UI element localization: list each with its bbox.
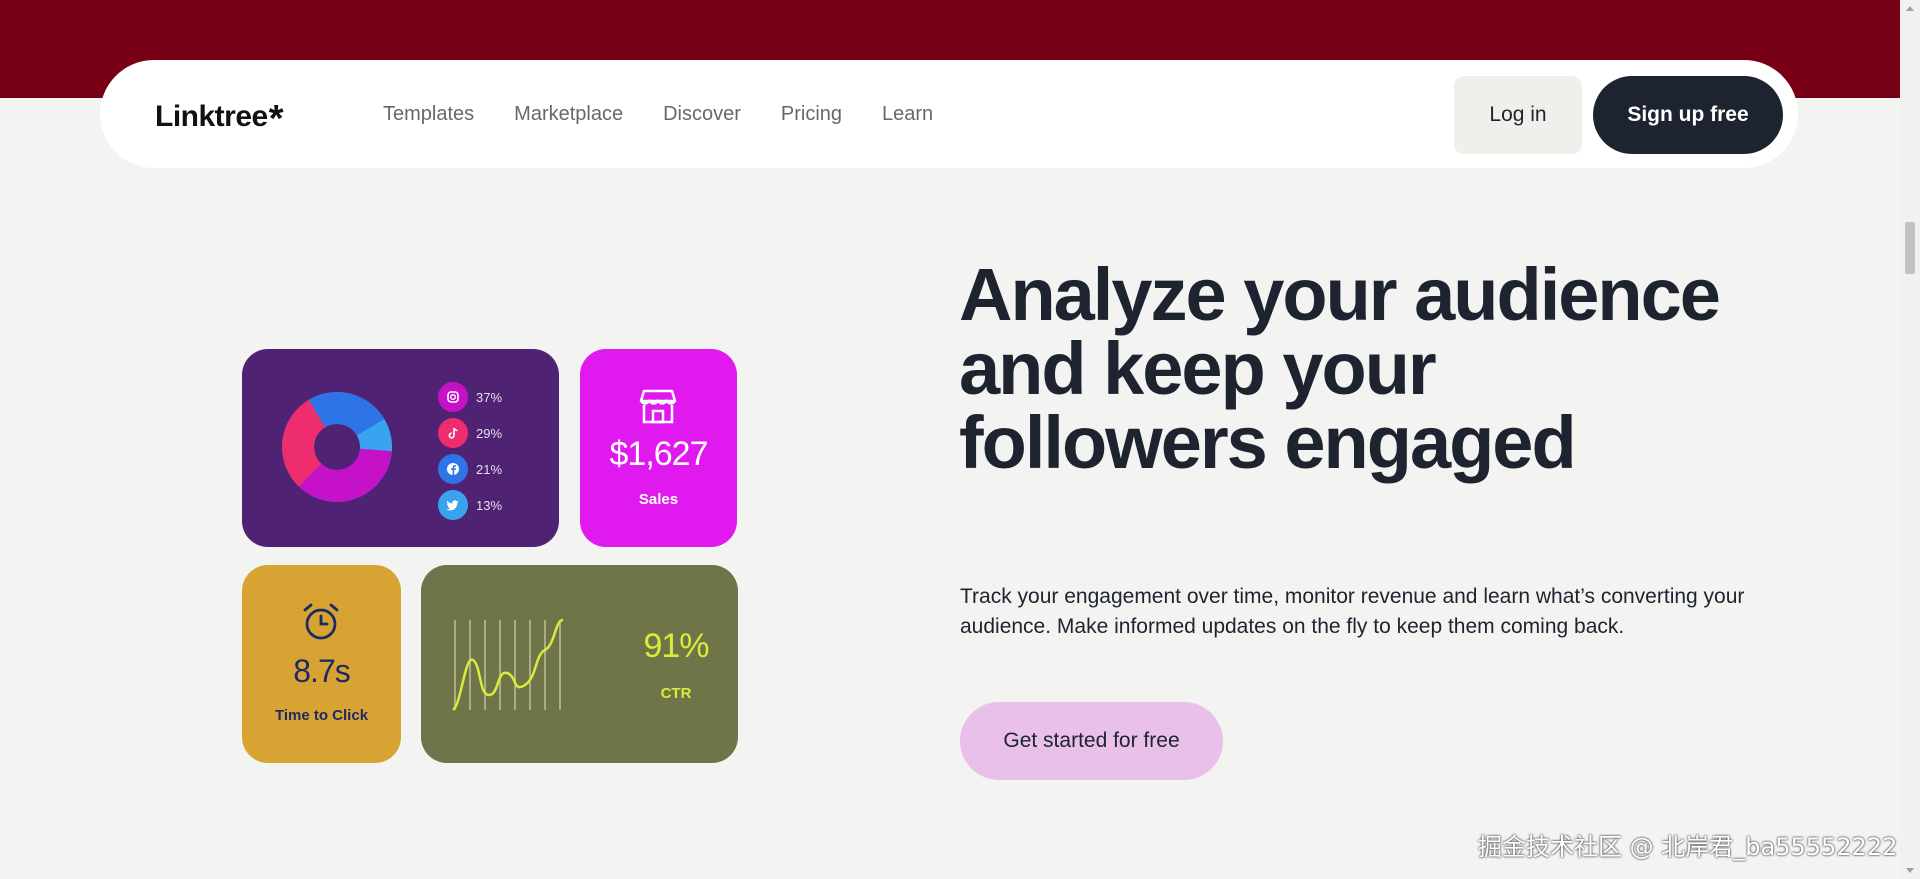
nav-link-pricing[interactable]: Pricing [781, 103, 842, 126]
audience-breakdown-card: 37% 29% 21% 13% [242, 349, 559, 547]
legend-row-twitter: 13% [438, 487, 502, 523]
sales-value: $1,627 [609, 435, 709, 473]
watermark-text: 掘金技术社区 @ 北岸君_ba55552222 [1478, 833, 1898, 861]
twitter-icon [438, 490, 468, 520]
scrollbar-thumb[interactable] [1905, 222, 1915, 274]
logo-asterisk-icon: * [268, 98, 284, 140]
page-scrollbar[interactable] [1900, 0, 1920, 879]
time-to-click-label: Time to Click [274, 707, 369, 724]
legend-row-instagram: 37% [438, 379, 502, 415]
top-navbar: Linktree * Templates Marketplace Discover… [100, 60, 1798, 168]
donut-legend: 37% 29% 21% 13% [438, 379, 502, 523]
ctr-label: CTR [660, 685, 692, 702]
legend-row-tiktok: 29% [438, 415, 502, 451]
legend-value: 29% [476, 425, 503, 441]
ctr-line-chart-icon [452, 618, 564, 712]
tiktok-icon [438, 418, 468, 448]
hero-subtext: Track your engagement over time, monitor… [960, 585, 1745, 638]
ctr-value: 91% [643, 627, 709, 665]
sales-label: Sales [638, 491, 679, 508]
nav-link-templates[interactable]: Templates [383, 103, 474, 126]
signup-button[interactable]: Sign up free [1593, 76, 1783, 154]
scroll-up-arrow-icon[interactable] [1906, 6, 1914, 11]
logo-wordmark: Linktree [155, 100, 268, 133]
time-to-click-card: 8.7s Time to Click [242, 565, 401, 763]
time-to-click-value: 8.7s [293, 653, 350, 689]
ctr-card: 91% CTR [421, 565, 738, 763]
legend-value: 37% [476, 389, 503, 405]
hero-headline: Analyze your audience and keep your foll… [959, 253, 1721, 484]
store-icon [639, 389, 677, 424]
nav-link-marketplace[interactable]: Marketplace [514, 103, 623, 126]
donut-chart-icon [282, 392, 392, 502]
sales-card: $1,627 Sales [580, 349, 737, 547]
scroll-down-arrow-icon[interactable] [1906, 868, 1914, 873]
nav-links: Templates Marketplace Discover Pricing L… [383, 60, 933, 168]
linktree-logo[interactable]: Linktree * [155, 98, 284, 140]
legend-value: 21% [476, 461, 503, 477]
get-started-button[interactable]: Get started for free [960, 702, 1223, 780]
facebook-icon [438, 454, 468, 484]
nav-link-learn[interactable]: Learn [882, 103, 933, 126]
login-button[interactable]: Log in [1454, 76, 1582, 154]
legend-row-facebook: 21% [438, 451, 502, 487]
nav-link-discover[interactable]: Discover [663, 103, 741, 126]
legend-value: 13% [476, 497, 503, 513]
alarm-clock-icon [303, 603, 339, 640]
instagram-icon [438, 382, 468, 412]
